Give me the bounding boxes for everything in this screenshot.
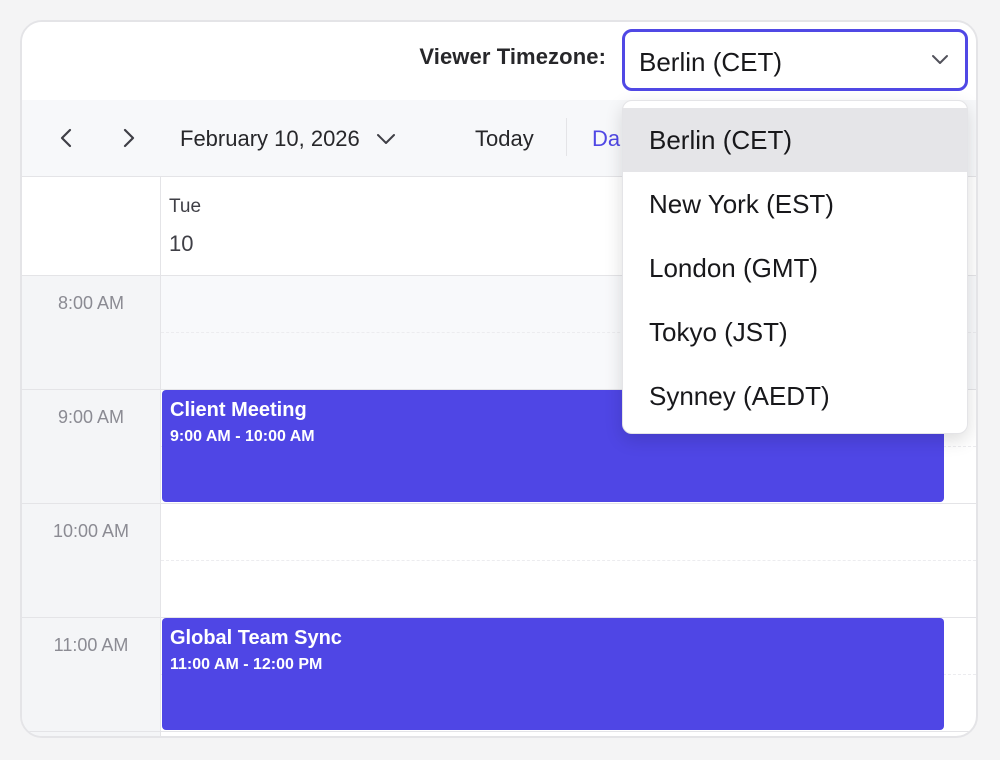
timezone-label: Viewer Timezone: bbox=[419, 44, 606, 69]
toolbar-divider bbox=[566, 118, 567, 156]
hour-label: 11:00 AM bbox=[53, 635, 129, 655]
timezone-select[interactable]: Berlin (CET) bbox=[622, 29, 968, 91]
timezone-dropdown-menu: Berlin (CET) New York (EST) London (GMT)… bbox=[622, 100, 968, 434]
timezone-option-tokyo[interactable]: Tokyo (JST) bbox=[623, 300, 967, 364]
event-title: Global Team Sync bbox=[170, 627, 342, 649]
time-gutter-header bbox=[22, 177, 161, 275]
today-button[interactable]: Today bbox=[475, 126, 534, 152]
timezone-select-value: Berlin (CET) bbox=[639, 47, 783, 77]
timezone-option-berlin[interactable]: Berlin (CET) bbox=[623, 108, 967, 172]
time-gutter bbox=[22, 276, 161, 736]
hour-line bbox=[22, 731, 976, 732]
timezone-header: Viewer Timezone: Berlin (CET) bbox=[22, 22, 976, 101]
timezone-option-new-york[interactable]: New York (EST) bbox=[623, 172, 967, 236]
event-time: 11:00 AM - 12:00 PM bbox=[170, 656, 323, 673]
day-number: 10 bbox=[169, 231, 194, 256]
current-date-label: February 10, 2026 bbox=[180, 126, 360, 151]
hour-label: 8:00 AM bbox=[57, 293, 125, 313]
hour-line bbox=[22, 503, 976, 504]
chevron-left-icon bbox=[60, 128, 72, 148]
chevron-right-icon bbox=[123, 128, 135, 148]
date-picker-button[interactable]: February 10, 2026 bbox=[180, 124, 396, 154]
prev-day-button[interactable] bbox=[52, 124, 80, 152]
hour-label: 9:00 AM bbox=[57, 407, 125, 427]
hour-label: 10:00 AM bbox=[52, 521, 130, 541]
timezone-option-london[interactable]: London (GMT) bbox=[623, 236, 967, 300]
chevron-down-icon bbox=[376, 134, 395, 144]
day-name: Tue bbox=[169, 196, 202, 217]
chevron-down-icon bbox=[932, 55, 948, 64]
timezone-option-sydney[interactable]: Synney (AEDT) bbox=[623, 364, 967, 428]
half-hour-line bbox=[161, 560, 976, 561]
calendar-window: Viewer Timezone: Berlin (CET) February 1… bbox=[20, 20, 978, 738]
event-global-team-sync[interactable]: Global Team Sync 11:00 AM - 12:00 PM bbox=[162, 618, 944, 730]
next-day-button[interactable] bbox=[115, 124, 143, 152]
